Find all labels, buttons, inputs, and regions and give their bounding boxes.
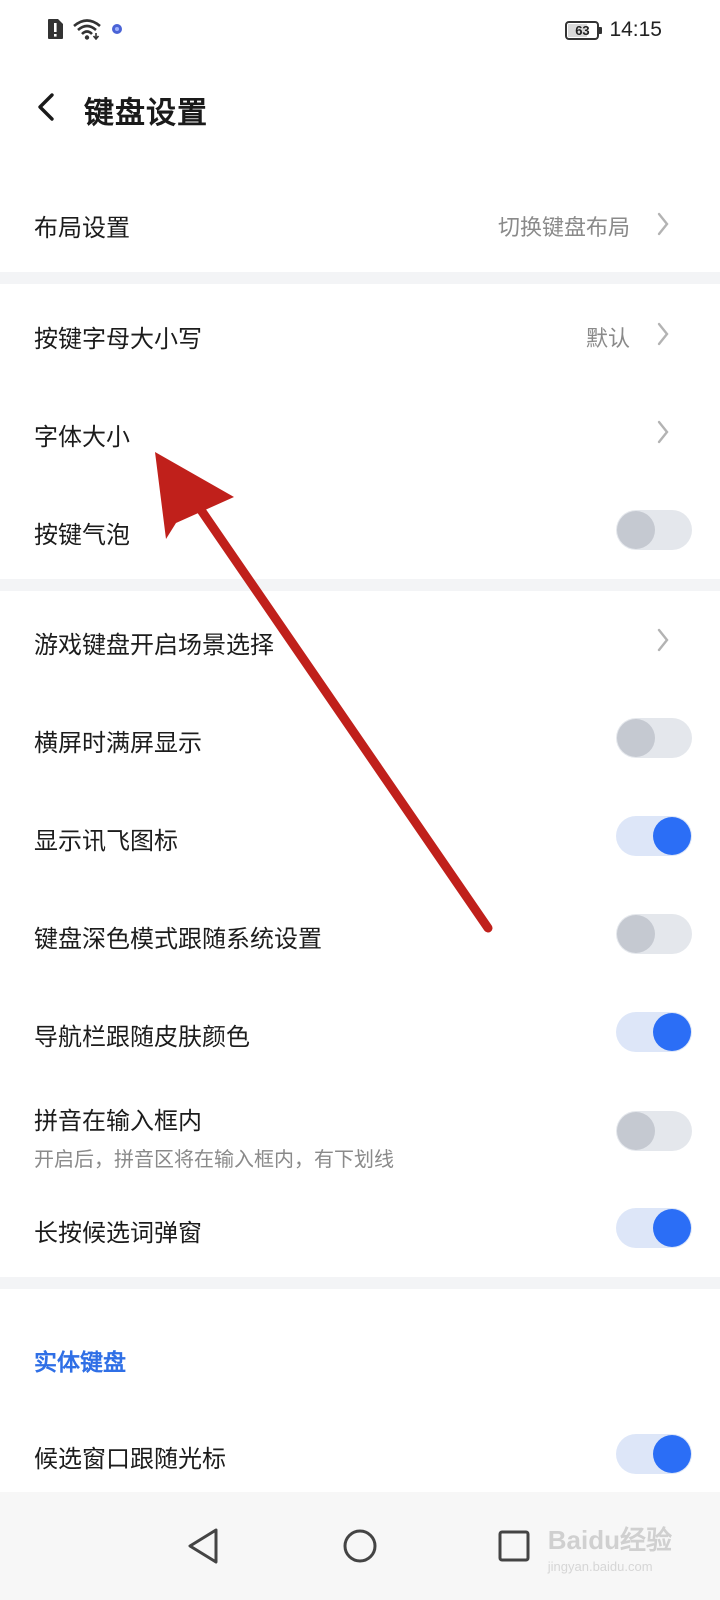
chevron-right-icon <box>657 212 669 236</box>
setting-label: 游戏键盘开启场景选择 <box>34 631 274 659</box>
section-divider <box>0 272 720 284</box>
setting-font-size[interactable]: 字体大小 <box>0 383 720 481</box>
setting-game-keyboard[interactable]: 游戏键盘开启场景选择 <box>0 591 720 689</box>
setting-show-icon: 显示讯飞图标 <box>0 787 720 885</box>
setting-label: 横屏时满屏显示 <box>34 729 202 757</box>
back-arrow-icon[interactable] <box>30 90 64 124</box>
setting-label: 键盘深色模式跟随系统设置 <box>34 925 322 953</box>
app-notification-icon <box>112 24 122 34</box>
setting-label: 长按候选词弹窗 <box>34 1219 202 1247</box>
chevron-right-icon <box>657 322 669 346</box>
setting-label: 按键气泡 <box>34 521 130 549</box>
app-header: 键盘设置 <box>0 62 720 152</box>
long-press-popup-toggle[interactable] <box>616 1208 692 1248</box>
nav-back-icon[interactable] <box>180 1522 228 1570</box>
setting-dark-mode: 键盘深色模式跟随系统设置 <box>0 885 720 983</box>
baidu-jingyan-watermark: Baidu经验 jingyan.baidu.com <box>548 1520 672 1574</box>
setting-label: 导航栏跟随皮肤颜色 <box>34 1023 250 1051</box>
nav-home-icon[interactable] <box>336 1522 384 1570</box>
key-bubble-toggle[interactable] <box>616 510 692 550</box>
wifi-icon <box>73 19 101 40</box>
system-navigation-bar: Baidu经验 jingyan.baidu.com <box>0 1492 720 1600</box>
setting-long-press-popup: 长按候选词弹窗 <box>0 1181 720 1277</box>
setting-pinyin-inline: 拼音在输入框内 开启后，拼音区将在输入框内，有下划线 <box>0 1081 720 1181</box>
setting-layout[interactable]: 布局设置 切换键盘布局 <box>0 176 720 272</box>
setting-key-bubble: 按键气泡 <box>0 481 720 579</box>
setting-value: 切换键盘布局 <box>497 216 630 241</box>
setting-landscape-fullscreen: 横屏时满屏显示 <box>0 689 720 787</box>
chevron-right-icon <box>657 420 669 444</box>
setting-navbar-skin: 导航栏跟随皮肤颜色 <box>0 983 720 1081</box>
section-divider <box>0 579 720 591</box>
page-title: 键盘设置 <box>84 96 208 131</box>
landscape-fullscreen-toggle[interactable] <box>616 718 692 758</box>
setting-label: 字体大小 <box>34 423 130 451</box>
setting-candidate-follow: 候选窗口跟随光标 <box>0 1405 720 1503</box>
navbar-skin-toggle[interactable] <box>616 1012 692 1052</box>
setting-label: 候选窗口跟随光标 <box>34 1445 226 1473</box>
setting-description: 开启后，拼音区将在输入框内，有下划线 <box>34 1147 394 1171</box>
dark-mode-toggle[interactable] <box>616 914 692 954</box>
section-divider <box>0 1277 720 1289</box>
alert-sim-icon <box>48 19 63 39</box>
show-icon-toggle[interactable] <box>616 816 692 856</box>
setting-key-case[interactable]: 按键字母大小写 默认 <box>0 285 720 383</box>
battery-indicator: 63 <box>565 20 603 40</box>
status-bar: 63 14:15 <box>0 0 720 62</box>
battery-level: 63 <box>575 22 590 38</box>
watermark-brand: Baidu经验 <box>547 1525 672 1555</box>
chevron-right-icon <box>657 628 669 652</box>
clock: 14:15 <box>609 18 662 41</box>
setting-label: 按键字母大小写 <box>34 325 202 353</box>
setting-value: 默认 <box>585 327 630 352</box>
watermark-url: jingyan.baidu.com <box>547 1559 653 1574</box>
pinyin-inline-toggle[interactable] <box>616 1111 692 1151</box>
nav-recents-icon[interactable] <box>490 1522 538 1570</box>
setting-label: 布局设置 <box>34 214 130 242</box>
setting-label: 拼音在输入框内 <box>34 1107 202 1135</box>
section-title-physical-keyboard: 实体键盘 <box>34 1350 126 1376</box>
candidate-follow-toggle[interactable] <box>616 1434 692 1474</box>
setting-label: 显示讯飞图标 <box>34 827 178 855</box>
